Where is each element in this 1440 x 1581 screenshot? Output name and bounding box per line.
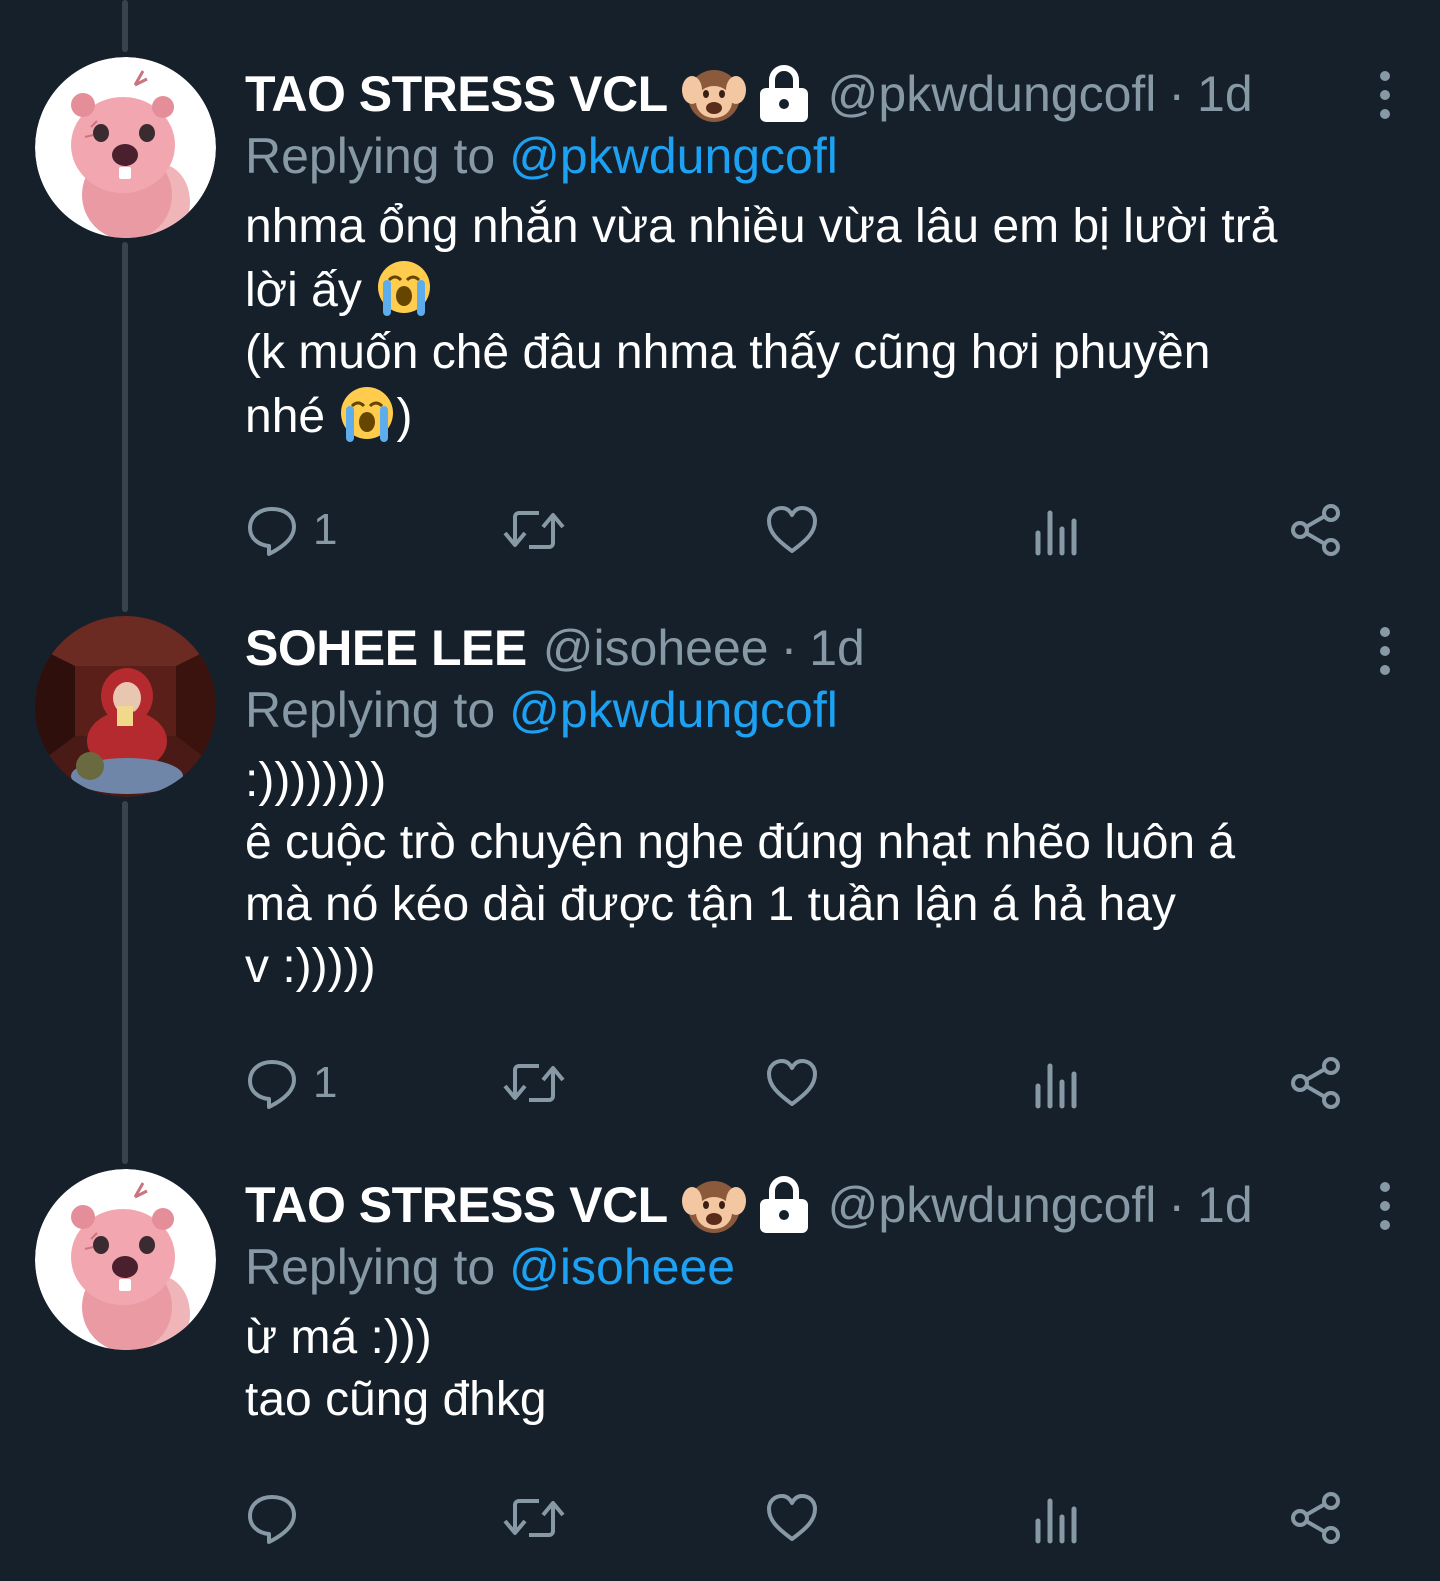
tweet-actions: 1 (245, 500, 1355, 560)
tweet-text-line: nhé ) (245, 384, 1380, 448)
like-button[interactable] (765, 1053, 819, 1113)
more-vertical-icon[interactable] (1375, 626, 1395, 676)
share-button[interactable] (1289, 1053, 1343, 1113)
heart-icon (767, 1059, 817, 1106)
more-vertical-icon[interactable] (1375, 1181, 1395, 1231)
reply-button[interactable] (245, 1488, 313, 1548)
analytics-button[interactable] (1033, 1053, 1079, 1113)
tweet-header: SOHEE LEE @isoheee · 1d (245, 616, 1380, 680)
reply-count: 1 (313, 505, 338, 554)
avatar-beaver[interactable] (35, 57, 216, 238)
replying-to-label: Replying to (245, 128, 496, 184)
reply-icon (248, 1495, 296, 1544)
tweet-text-line: tao cũng đhkg (245, 1373, 547, 1426)
separator-dot: · (1168, 66, 1186, 122)
analytics-button[interactable] (1033, 1488, 1079, 1548)
retweet-icon (503, 1064, 565, 1102)
tweet-text: ừ má :))) tao cũng đhkg (245, 1307, 1380, 1431)
reply-count: 1 (313, 1058, 338, 1107)
more-vertical-icon[interactable] (1375, 70, 1395, 120)
crying-face-emoji-icon (338, 384, 396, 442)
timestamp[interactable]: 1d (1197, 1173, 1253, 1237)
crying-face-emoji-icon (375, 258, 433, 316)
tweet-actions: 1 (245, 1053, 1355, 1113)
reply-button[interactable]: 1 (245, 1053, 337, 1113)
tweet-text-line: ê cuộc trò chuyện nghe đúng nhạt nhẽo lu… (245, 816, 1236, 869)
display-name[interactable]: TAO STRESS VCL (245, 62, 668, 126)
lock-icon (756, 64, 812, 124)
timestamp[interactable]: 1d (809, 616, 865, 680)
display-name[interactable]: TAO STRESS VCL (245, 1173, 668, 1237)
like-button[interactable] (765, 500, 819, 560)
reply-button[interactable]: 1 (245, 500, 337, 560)
timestamp[interactable]: 1d (1197, 62, 1253, 126)
share-icon (1291, 1492, 1340, 1544)
tweet-text: nhma ổng nhắn vừa nhiều vừa lâu em bị lư… (245, 196, 1380, 448)
tweet-1[interactable]: TAO STRESS VCL @pkwdungcofl · 1d Replyin… (0, 0, 1440, 600)
tweet-header: TAO STRESS VCL @pkwdungcofl · 1d (245, 1173, 1380, 1237)
retweet-button[interactable] (503, 1488, 565, 1548)
tweet-text-line: lời ấy (245, 258, 1380, 322)
mention-link[interactable]: @pkwdungcofl (509, 682, 838, 738)
replying-to-label: Replying to (245, 1239, 496, 1295)
replying-to: Replying to @isoheee (245, 1237, 1380, 1297)
handle[interactable]: @pkwdungcofl (828, 62, 1157, 126)
tweet-text-line: nhma ổng nhắn vừa nhiều vừa lâu em bị lư… (245, 200, 1278, 253)
separator-dot: · (780, 620, 798, 676)
monkey-emoji-icon (681, 1173, 746, 1237)
like-button[interactable] (765, 1488, 819, 1548)
reply-icon (248, 1060, 296, 1109)
separator-dot: · (1168, 1177, 1186, 1233)
share-icon (1291, 1057, 1340, 1109)
tweet-text: :)))))))) ê cuộc trò chuyện nghe đúng nh… (245, 750, 1380, 998)
share-button[interactable] (1289, 1488, 1343, 1548)
lock-icon (756, 1175, 812, 1235)
heart-icon (767, 506, 817, 553)
tweet-header: TAO STRESS VCL @pkwdungcofl · 1d (245, 62, 1380, 126)
tweet-text-line: :)))))))) (245, 754, 387, 807)
avatar-photo[interactable] (35, 616, 216, 797)
retweet-button[interactable] (503, 500, 565, 560)
avatar-beaver[interactable] (35, 1169, 216, 1350)
analytics-button[interactable] (1033, 500, 1079, 560)
mention-link[interactable]: @pkwdungcofl (509, 128, 838, 184)
handle[interactable]: @pkwdungcofl (828, 1173, 1157, 1237)
tweet-3[interactable]: TAO STRESS VCL @pkwdungcofl · 1d Replyin… (0, 1155, 1440, 1581)
replying-to: Replying to @pkwdungcofl (245, 680, 1380, 740)
handle[interactable]: @isoheee (543, 616, 769, 680)
display-name[interactable]: SOHEE LEE (245, 616, 527, 680)
tweet-text-line: ừ má :))) (245, 1311, 432, 1364)
reply-icon (248, 507, 296, 556)
tweet-text-line: v :))))) (245, 940, 376, 993)
replying-to-label: Replying to (245, 682, 496, 738)
tweet-text-line: mà nó kéo dài được tận 1 tuần lận á hả h… (245, 878, 1176, 931)
tweet-text-line: (k muốn chê đâu nhma thấy cũng hơi phuyề… (245, 326, 1211, 379)
monkey-emoji-icon (681, 62, 746, 126)
replying-to: Replying to @pkwdungcofl (245, 126, 1380, 186)
heart-icon (767, 1494, 817, 1541)
analytics-icon (1035, 1063, 1077, 1109)
share-icon (1291, 504, 1340, 556)
tweet-actions (245, 1488, 1355, 1548)
retweet-button[interactable] (503, 1053, 565, 1113)
retweet-icon (503, 511, 565, 549)
analytics-icon (1035, 510, 1077, 556)
mention-link[interactable]: @isoheee (509, 1239, 735, 1295)
share-button[interactable] (1289, 500, 1343, 560)
analytics-icon (1035, 1498, 1077, 1544)
tweet-2[interactable]: SOHEE LEE @isoheee · 1d Replying to @pkwd… (0, 600, 1440, 1155)
retweet-icon (503, 1499, 565, 1537)
